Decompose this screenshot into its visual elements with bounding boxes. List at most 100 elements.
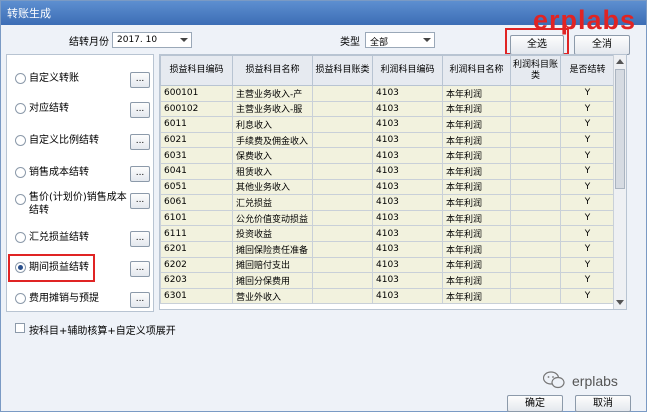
select-all-button[interactable]: 全选 (510, 35, 564, 55)
type-select[interactable]: 全部 (365, 32, 435, 48)
highlight-frame (8, 254, 95, 282)
wechat-icon (543, 371, 565, 389)
table-cell: 4103 (372, 209, 443, 227)
options-button[interactable]: ... (130, 193, 150, 209)
options-button[interactable]: ... (130, 102, 150, 118)
table-row[interactable]: 6041 租赁收入 4103 本年利润 Y (160, 162, 615, 180)
radio-button[interactable] (15, 135, 26, 146)
table-row[interactable]: 600101 主营业务收入-产 4103 本年利润 Y (160, 85, 615, 102)
table-cell: 6203 (160, 272, 233, 289)
month-label: 结转月份 (69, 37, 109, 48)
table-cell: 6301 (160, 287, 233, 305)
table-cell: 摊回赔付支出 (232, 256, 313, 274)
table-cell: 6051 (160, 178, 233, 196)
scroll-down-icon[interactable] (616, 300, 624, 305)
radio-button[interactable] (15, 103, 26, 114)
table-cell: 本年利润 (442, 100, 511, 118)
ok-button[interactable]: 确定 (507, 395, 563, 412)
month-select[interactable]: 2017. 10 (112, 32, 192, 48)
table-cell: 本年利润 (442, 225, 511, 242)
options-button[interactable]: ... (130, 72, 150, 88)
table-row[interactable]: 6203 摊回分保费用 4103 本年利润 Y (160, 272, 615, 289)
scroll-thumb[interactable] (615, 69, 625, 189)
table-cell (312, 194, 373, 211)
column-header[interactable]: 损益科目名称 (232, 55, 313, 86)
table-cell: 汇兑损益 (232, 194, 313, 211)
scroll-up-icon[interactable] (616, 59, 624, 64)
options-button[interactable]: ... (130, 134, 150, 150)
options-button[interactable]: ... (130, 261, 150, 277)
options-button[interactable]: ... (130, 231, 150, 247)
table-row[interactable]: 6051 其他业务收入 4103 本年利润 Y (160, 178, 615, 196)
clear-all-button[interactable]: 全消 (574, 35, 630, 55)
table-cell: 4103 (372, 85, 443, 102)
table-cell: Y (560, 147, 615, 164)
transfer-table-container: 损益科目编码 损益科目名称 损益科目账类 利润科目编码 利润科目名称 利润科目账类 是否结转… (159, 54, 627, 310)
table-cell: 租赁收入 (232, 162, 313, 180)
table-cell: 6061 (160, 194, 233, 211)
table-cell: 本年利润 (442, 256, 511, 274)
column-header[interactable]: 损益科目编码 (160, 55, 233, 86)
table-cell (312, 131, 373, 149)
table-scrollbar[interactable] (613, 55, 626, 309)
radio-button[interactable] (15, 167, 26, 178)
table-cell (312, 178, 373, 196)
table-cell: Y (560, 131, 615, 149)
table-cell (510, 240, 561, 258)
table-cell (510, 100, 561, 118)
window-title: 转账生成 (7, 7, 51, 20)
table-cell (510, 256, 561, 274)
table-row[interactable]: 6202 摊回赔付支出 4103 本年利润 Y (160, 256, 615, 274)
table-row[interactable]: 6011 利息收入 4103 本年利润 Y (160, 116, 615, 133)
table-cell: 6202 (160, 256, 233, 274)
table-cell: Y (560, 116, 615, 133)
table-row[interactable]: 6031 保费收入 4103 本年利润 Y (160, 147, 615, 164)
table-row[interactable]: 6111 投资收益 4103 本年利润 Y (160, 225, 615, 242)
table-cell: 4103 (372, 100, 443, 118)
table-row[interactable]: 6301 营业外收入 4103 本年利润 Y (160, 287, 615, 305)
column-header[interactable]: 损益科目账类 (312, 55, 373, 86)
table-row[interactable]: 6061 汇兑损益 4103 本年利润 Y (160, 194, 615, 211)
table-cell: 4103 (372, 131, 443, 149)
table-cell (510, 272, 561, 289)
column-header[interactable]: 利润科目账类 (510, 55, 561, 86)
radio-button[interactable] (15, 293, 26, 304)
table-cell (510, 209, 561, 227)
table-cell: 6031 (160, 147, 233, 164)
table-cell: 主营业务收入-服 (232, 100, 313, 118)
transfer-type-label: 售价(计划价)销售成本结转 (29, 192, 127, 216)
options-button[interactable]: ... (130, 166, 150, 182)
table-row[interactable]: 6101 公允价值变动损益 4103 本年利润 Y (160, 209, 615, 227)
radio-button[interactable] (15, 232, 26, 243)
table-cell: 600101 (160, 85, 233, 102)
table-cell (510, 178, 561, 196)
table-cell (510, 162, 561, 180)
table-cell (312, 287, 373, 305)
table-row[interactable]: 600102 主营业务收入-服 4103 本年利润 Y (160, 100, 615, 118)
table-cell (312, 272, 373, 289)
radio-button[interactable] (15, 73, 26, 84)
table-cell: 4103 (372, 225, 443, 242)
watermark-text: erplabs (572, 373, 618, 389)
type-value: 全部 (370, 38, 389, 48)
table-cell (510, 131, 561, 149)
expand-checkbox[interactable] (15, 323, 25, 333)
column-header[interactable]: 利润科目名称 (442, 55, 511, 86)
table-cell: Y (560, 272, 615, 289)
table-cell (312, 240, 373, 258)
column-header[interactable]: 是否结转 (560, 55, 615, 86)
table-row[interactable]: 6201 摊回保险责任准备 4103 本年利润 Y (160, 240, 615, 258)
radio-button[interactable] (15, 194, 26, 205)
table-cell: 6101 (160, 209, 233, 227)
table-cell: Y (560, 256, 615, 274)
cancel-button[interactable]: 取消 (575, 395, 631, 412)
transfer-type-label: 自定义比例结转 (29, 135, 99, 146)
transfer-generation-window: 转账生成 erplabs 结转月份 2017. 10 类型 全部 全选 全消 自… (0, 0, 647, 412)
table-row[interactable]: 6021 手续费及佣金收入 4103 本年利润 Y (160, 131, 615, 149)
column-header[interactable]: 利润科目编码 (372, 55, 443, 86)
table-cell: 本年利润 (442, 85, 511, 102)
table-cell: 本年利润 (442, 194, 511, 211)
table-cell (312, 256, 373, 274)
options-button[interactable]: ... (130, 292, 150, 308)
table-cell: 保费收入 (232, 147, 313, 164)
